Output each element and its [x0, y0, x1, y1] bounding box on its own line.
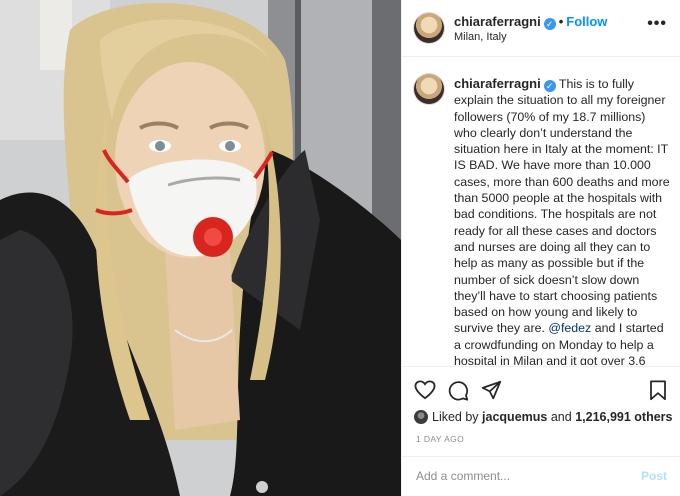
- header-user-line: chiaraferragni ✓ • Follow: [454, 14, 607, 30]
- header-username[interactable]: chiaraferragni: [454, 14, 541, 29]
- comment-bar: Add a comment... Post: [402, 456, 680, 496]
- caption-text-part1: This is to fully explain the situation t…: [454, 77, 670, 336]
- likes-user-link[interactable]: jacquemus: [482, 410, 547, 424]
- post-photo[interactable]: [0, 0, 401, 496]
- post-location[interactable]: Milan, Italy: [454, 31, 507, 43]
- likes-count-link[interactable]: 1,216,991 others: [575, 410, 672, 424]
- likes-and: and: [550, 410, 572, 424]
- likes-prefix: Liked by: [432, 410, 479, 424]
- selfie-image: [0, 0, 401, 496]
- comment-input[interactable]: Add a comment...: [416, 469, 510, 483]
- post-caption: chiaraferragni ✓ This is to fully explain…: [454, 76, 670, 365]
- post-comment-button[interactable]: Post: [641, 469, 667, 483]
- likes-summary: Liked by jacquemus and 1,216,991 others: [414, 410, 672, 424]
- more-options-icon[interactable]: •••: [647, 15, 667, 33]
- verified-badge-icon: ✓: [543, 18, 556, 30]
- comment-icon[interactable]: [448, 380, 469, 401]
- heart-icon[interactable]: [414, 380, 436, 400]
- bookmark-icon[interactable]: [649, 380, 667, 401]
- profile-avatar[interactable]: [414, 13, 444, 43]
- separator-dot: •: [558, 14, 564, 29]
- post-timestamp[interactable]: 1 DAY AGO: [416, 434, 464, 444]
- verified-badge-icon: ✓: [543, 80, 556, 92]
- caption-mention-link[interactable]: @fedez: [548, 321, 591, 335]
- follow-button[interactable]: Follow: [566, 14, 607, 29]
- liker-avatar[interactable]: [414, 410, 428, 424]
- post-sidebar: chiaraferragni ✓ • Follow Milan, Italy ••• …: [401, 0, 680, 496]
- caption-username[interactable]: chiaraferragni: [454, 76, 541, 91]
- instagram-post: chiaraferragni ✓ • Follow Milan, Italy ••• …: [0, 0, 680, 496]
- caption-avatar[interactable]: [414, 74, 444, 104]
- post-actions: Liked by jacquemus and 1,216,991 others …: [402, 366, 680, 466]
- share-icon[interactable]: [481, 380, 502, 401]
- post-header: chiaraferragni ✓ • Follow Milan, Italy •••: [402, 0, 680, 57]
